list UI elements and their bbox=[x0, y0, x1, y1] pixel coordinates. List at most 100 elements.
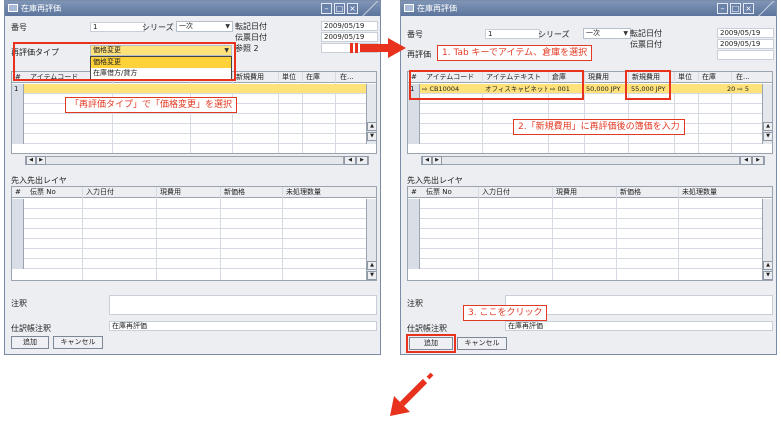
title-bar: 在庫再評価 – □ × bbox=[5, 1, 380, 16]
col-header-unit: 単位 bbox=[678, 73, 692, 81]
journal-remarks-field[interactable]: 在庫再評価 bbox=[505, 321, 773, 331]
col-header-unit: 単位 bbox=[282, 73, 296, 81]
fifo-grid: # 伝票 No 入力日付 現費用 新価格 未処理数量 ▲ ▼ bbox=[11, 186, 377, 281]
col-header-more: 在... bbox=[340, 73, 354, 81]
cancel-button[interactable]: キャンセル bbox=[457, 337, 507, 350]
fifo-col-current-cost: 現費用 bbox=[556, 188, 577, 196]
series-label: シリーズ bbox=[142, 23, 174, 32]
series-label: シリーズ bbox=[538, 30, 570, 39]
window-title: 在庫再評価 bbox=[21, 4, 61, 13]
cancel-button[interactable]: キャンセル bbox=[53, 336, 103, 349]
doc-date-label: 伝票日付 bbox=[235, 33, 267, 42]
journal-remarks-field[interactable]: 在庫再評価 bbox=[109, 321, 377, 331]
window-icon bbox=[8, 4, 18, 12]
table-row[interactable] bbox=[408, 104, 772, 114]
maximize-button[interactable]: □ bbox=[334, 3, 345, 14]
fifo-col-number: # bbox=[15, 188, 21, 196]
add-button[interactable]: 追加 bbox=[11, 336, 49, 349]
table-row bbox=[408, 209, 772, 219]
vertical-scrollbar[interactable]: ▲ ▼ bbox=[762, 199, 772, 280]
ref2-field[interactable] bbox=[717, 50, 774, 60]
fifo-col-entry-date: 入力日付 bbox=[482, 188, 510, 196]
table-row[interactable]: 1 bbox=[12, 84, 376, 94]
window-icon bbox=[404, 4, 414, 12]
title-corner-decoration bbox=[360, 1, 380, 16]
scroll-up-icon: ▲ bbox=[763, 261, 772, 270]
vertical-scrollbar[interactable]: ▲ ▼ bbox=[762, 84, 772, 144]
table-row[interactable] bbox=[12, 134, 376, 144]
horizontal-scrollbar-right[interactable]: ◀ ▶ bbox=[343, 156, 369, 165]
remarks-field[interactable] bbox=[109, 295, 377, 315]
table-row[interactable] bbox=[12, 124, 376, 134]
callout-step1: 1. Tab キーでアイテム、倉庫を選択 bbox=[437, 45, 593, 61]
fifo-col-doc-no: 伝票 No bbox=[426, 188, 452, 196]
cell-current-cost: 50,000 JPY bbox=[586, 85, 621, 93]
vertical-scrollbar[interactable]: ▲ ▼ bbox=[366, 84, 376, 144]
scroll-down-icon: ▼ bbox=[763, 132, 772, 141]
scroll-up-icon: ▲ bbox=[763, 122, 772, 131]
fifo-layer-label: 先入先出レイヤ bbox=[11, 176, 67, 185]
series-select[interactable]: 一次 ▼ bbox=[176, 21, 233, 32]
table-row bbox=[12, 249, 376, 259]
scroll-right-icon: ▶ bbox=[36, 156, 46, 165]
scroll-left-icon: ◀ bbox=[344, 156, 356, 165]
col-header-more: 在... bbox=[736, 73, 750, 81]
posting-date-field[interactable]: 2009/05/19 bbox=[717, 28, 774, 38]
horizontal-scrollbar[interactable]: ◀ ▶ bbox=[25, 156, 358, 165]
arrow-down-left-icon bbox=[390, 372, 434, 416]
table-row bbox=[408, 219, 772, 229]
journal-remarks-label: 仕訳帳注釈 bbox=[407, 324, 447, 333]
maximize-button[interactable]: □ bbox=[730, 3, 741, 14]
table-row bbox=[408, 239, 772, 249]
series-select[interactable]: 一次 ▼ bbox=[583, 28, 631, 39]
minimize-button[interactable]: – bbox=[321, 3, 332, 14]
horizontal-scrollbar-right[interactable]: ◀ ▶ bbox=[739, 156, 765, 165]
table-row bbox=[12, 219, 376, 229]
scroll-right-icon: ▶ bbox=[752, 156, 764, 165]
ref2-label: 参照 2 bbox=[235, 44, 259, 53]
fifo-layer-label: 先入先出レイヤ bbox=[407, 176, 463, 185]
minimize-button[interactable]: – bbox=[717, 3, 728, 14]
fifo-col-number: # bbox=[411, 188, 417, 196]
revaluation-window-left: 在庫再評価 – □ × 番号 1 シリーズ 一次 ▼ 転記日付 2009/05/1… bbox=[4, 0, 381, 355]
table-row[interactable] bbox=[408, 134, 772, 144]
table-row bbox=[12, 229, 376, 239]
scroll-down-icon: ▼ bbox=[763, 271, 772, 280]
col-header-current-cost: 現費用 bbox=[588, 73, 609, 81]
close-button[interactable]: × bbox=[347, 3, 358, 14]
number-field[interactable]: 1 bbox=[90, 22, 145, 32]
scroll-up-icon: ▲ bbox=[367, 261, 376, 270]
journal-remarks-label: 仕訳帳注釈 bbox=[11, 324, 51, 333]
posting-date-label: 転記日付 bbox=[235, 22, 267, 31]
table-row[interactable] bbox=[12, 114, 376, 124]
col-header-stock: 在庫 bbox=[306, 73, 320, 81]
number-label: 番号 bbox=[11, 23, 27, 32]
scroll-right-icon: ▶ bbox=[432, 156, 442, 165]
row-number: 1 bbox=[12, 84, 24, 94]
title-bar: 在庫再評価 – □ × bbox=[401, 1, 776, 16]
scroll-right-icon: ▶ bbox=[356, 156, 368, 165]
table-row bbox=[12, 259, 376, 269]
scroll-down-icon: ▼ bbox=[367, 271, 376, 280]
doc-date-field[interactable]: 2009/05/19 bbox=[717, 39, 774, 49]
callout-select-price-change: 「再評価タイプ」で「価格変更」を選択 bbox=[65, 97, 238, 113]
posting-date-field[interactable]: 2009/05/19 bbox=[321, 21, 378, 31]
title-corner-decoration bbox=[756, 1, 776, 16]
fifo-col-new-price: 新価格 bbox=[224, 188, 245, 196]
number-label: 番号 bbox=[407, 30, 423, 39]
close-button[interactable]: × bbox=[743, 3, 754, 14]
callout-step2: 2.「新規費用」に再評価後の簿価を入力 bbox=[513, 119, 685, 135]
fifo-col-open-qty: 未処理数量 bbox=[682, 188, 717, 196]
number-field[interactable]: 1 bbox=[485, 29, 540, 39]
scroll-left-icon: ◀ bbox=[740, 156, 752, 165]
cell-stock: 20 ⇨ 5 bbox=[727, 85, 749, 93]
doc-date-label: 伝票日付 bbox=[630, 40, 662, 49]
table-row bbox=[12, 239, 376, 249]
horizontal-scrollbar[interactable]: ◀ ▶ bbox=[421, 156, 754, 165]
remarks-label: 注釈 bbox=[11, 299, 27, 308]
fifo-grid: # 伝票 No 入力日付 現費用 新価格 未処理数量 ▲ ▼ bbox=[407, 186, 773, 281]
vertical-scrollbar[interactable]: ▲ ▼ bbox=[366, 199, 376, 280]
window-title: 在庫再評価 bbox=[417, 4, 457, 13]
highlight-add-button bbox=[406, 334, 456, 353]
table-row bbox=[408, 229, 772, 239]
